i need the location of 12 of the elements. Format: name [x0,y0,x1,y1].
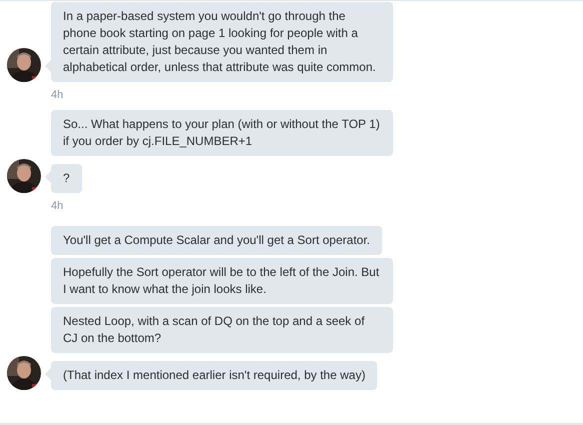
message-bubble: In a paper-based system you wouldn't go through the phone book starting on page 1 looking for people with a certain attribute, just because you wanted them in alphabetical order, unless that attribute was quite common. [51,2,393,82]
avatar-icon [7,159,41,193]
message-bubble: (That index I mentioned earlier isn't required, by the way) [51,361,378,390]
avatar-icon [7,48,41,82]
message-bubble: Hopefully the Sort operator will be to the left of the Join. But I want to know what the join looks like. [51,258,393,304]
timestamp: 4h [51,200,64,212]
message-bubble: You'll get a Compute Scalar and you'll get a Sort operator. [51,226,382,255]
timestamp: 4h [51,89,64,101]
message-bubble: ? [51,164,82,193]
message-bubble: Nested Loop, with a scan of DQ on the top and a seek of CJ on the bottom? [51,307,393,353]
message-bubble: So... What happens to your plan (with or without the TOP 1) if you order by cj.FILE_NUMBER+1 [51,110,393,156]
avatar-icon [7,356,41,390]
